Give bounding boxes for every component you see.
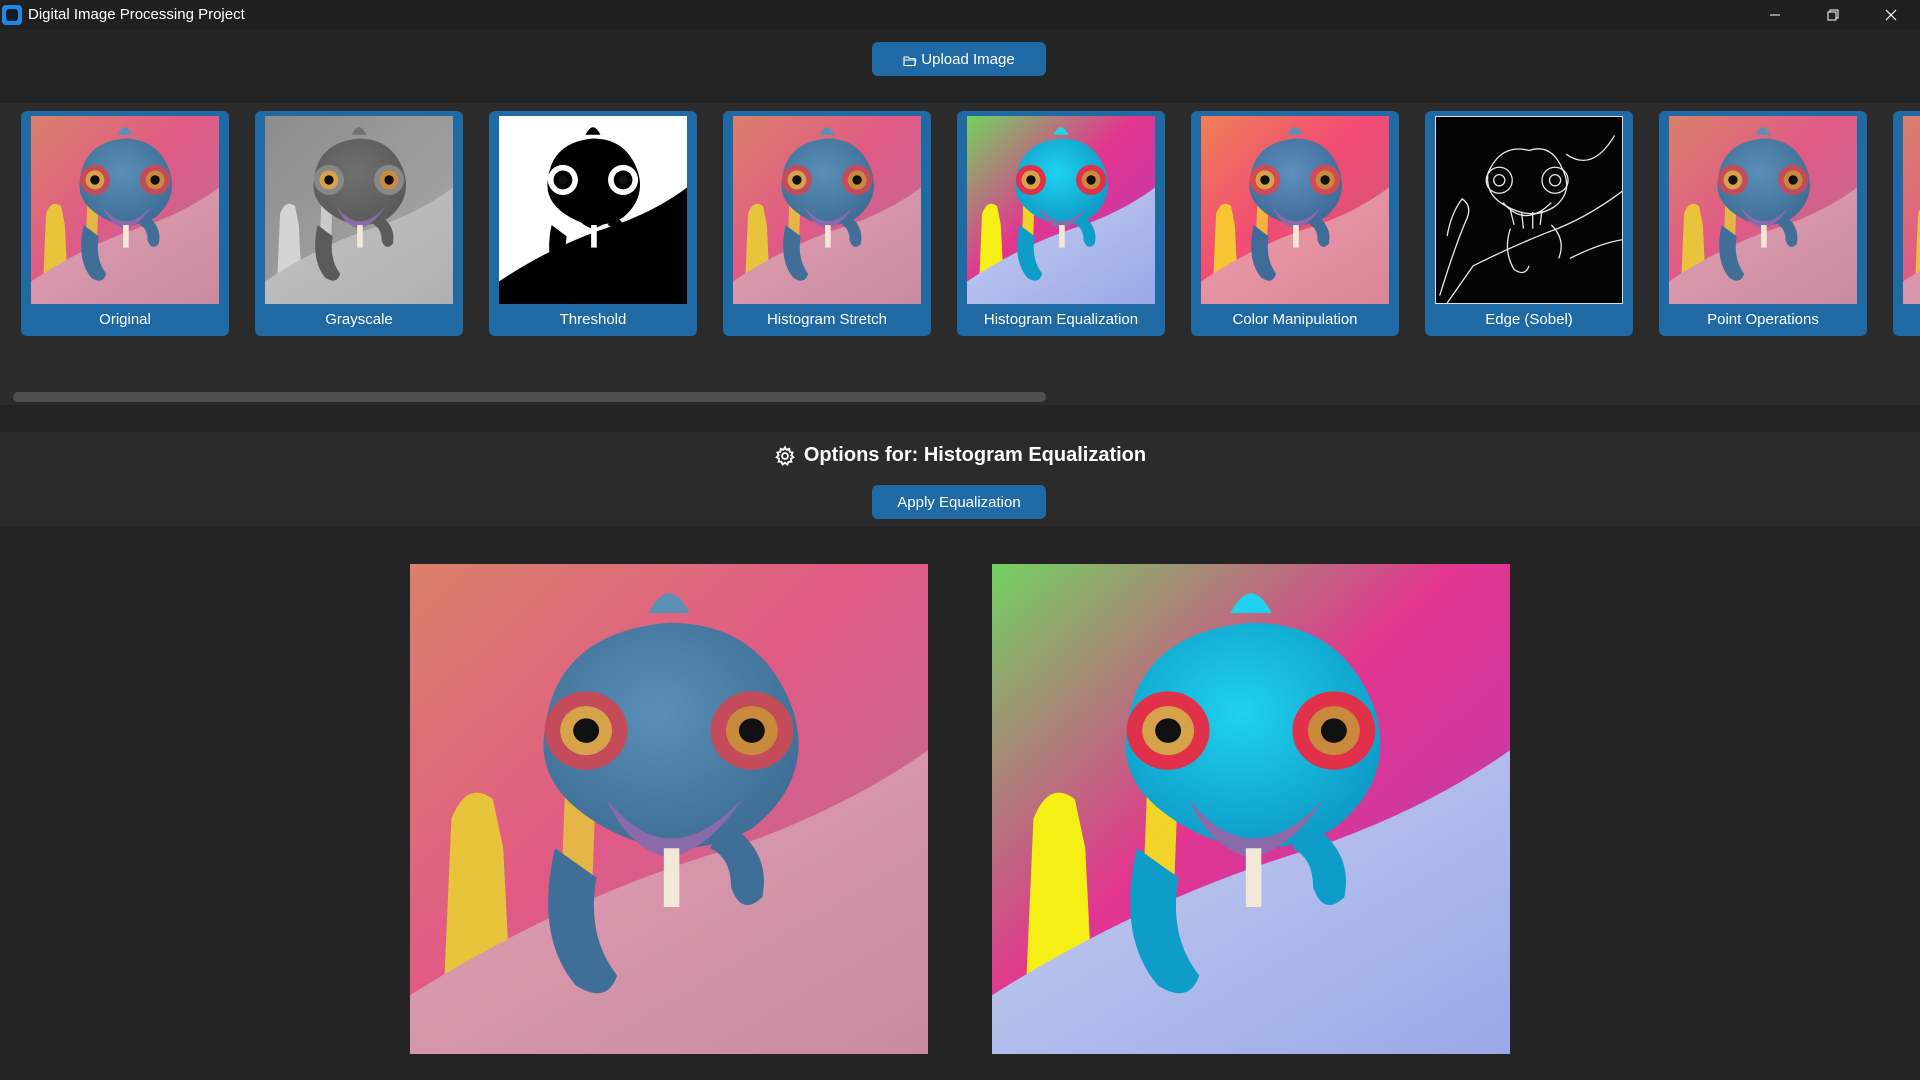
filter-thumbnail[interactable]: Threshold	[489, 111, 697, 336]
upload-image-button[interactable]: Upload Image	[872, 42, 1046, 76]
thumbnail-label: Original	[99, 311, 151, 328]
original-preview-image	[410, 564, 928, 1054]
thumbnail-label: L	[1893, 311, 1920, 328]
thumbnail-label: Grayscale	[325, 311, 393, 328]
processed-preview-image	[992, 564, 1510, 1054]
thumbnail-image	[1201, 116, 1389, 304]
gear-icon	[774, 444, 795, 466]
apply-equalization-button[interactable]: Apply Equalization	[872, 485, 1046, 519]
horizontal-scrollbar[interactable]	[13, 392, 1913, 402]
options-title: Options for: Histogram Equalization	[0, 444, 1920, 467]
thumbnail-image	[1669, 116, 1857, 304]
apply-label: Apply Equalization	[897, 493, 1021, 511]
filter-thumbnail[interactable]: Histogram Equalization	[957, 111, 1165, 336]
window-title: Digital Image Processing Project	[28, 6, 245, 23]
thumbnail-image	[499, 116, 687, 304]
close-icon	[1885, 9, 1897, 20]
app-icon	[2, 4, 22, 25]
thumbnail-image	[733, 116, 921, 304]
minimize-button[interactable]	[1746, 0, 1804, 29]
filter-thumbnail[interactable]: Grayscale	[255, 111, 463, 336]
thumbnail-image	[265, 116, 453, 304]
restore-button[interactable]	[1804, 0, 1862, 29]
title-bar: Digital Image Processing Project	[0, 0, 1920, 29]
filter-strip: Original Grayscale Threshold Histogram S…	[0, 103, 1920, 405]
filter-thumbnail[interactable]: Histogram Stretch	[723, 111, 931, 336]
thumbnail-image	[31, 116, 219, 304]
thumbnail-image	[967, 116, 1155, 304]
filter-thumbnail[interactable]: Color Manipulation	[1191, 111, 1399, 336]
window-controls	[1746, 0, 1920, 29]
upload-label: Upload Image	[921, 50, 1015, 68]
minimize-icon	[1770, 14, 1780, 15]
scrollbar-thumb[interactable]	[13, 392, 1046, 402]
thumbnail-label: Histogram Equalization	[983, 311, 1139, 328]
filter-thumbnail[interactable]: Point Operations	[1659, 111, 1867, 336]
filter-thumbnail[interactable]: L	[1893, 111, 1920, 336]
options-panel: Options for: Histogram Equalization Appl…	[0, 432, 1920, 526]
thumbnail-image	[1903, 116, 1920, 304]
close-button[interactable]	[1862, 0, 1920, 29]
filter-thumbnail[interactable]: Edge (Sobel)	[1425, 111, 1633, 336]
thumbnail-label: Histogram Stretch	[766, 311, 888, 328]
thumbnail-image	[1435, 116, 1623, 304]
thumbnail-label: Color Manipulation	[1232, 311, 1358, 328]
options-heading: Options for: Histogram Equalization	[803, 444, 1147, 466]
thumbnail-label: Point Operations	[1707, 311, 1819, 328]
filter-thumbnail[interactable]: Original	[21, 111, 229, 336]
folder-icon	[903, 55, 918, 66]
thumbnail-label: Threshold	[559, 311, 627, 328]
restore-icon	[1827, 9, 1839, 20]
thumbnail-label: Edge (Sobel)	[1485, 311, 1573, 328]
